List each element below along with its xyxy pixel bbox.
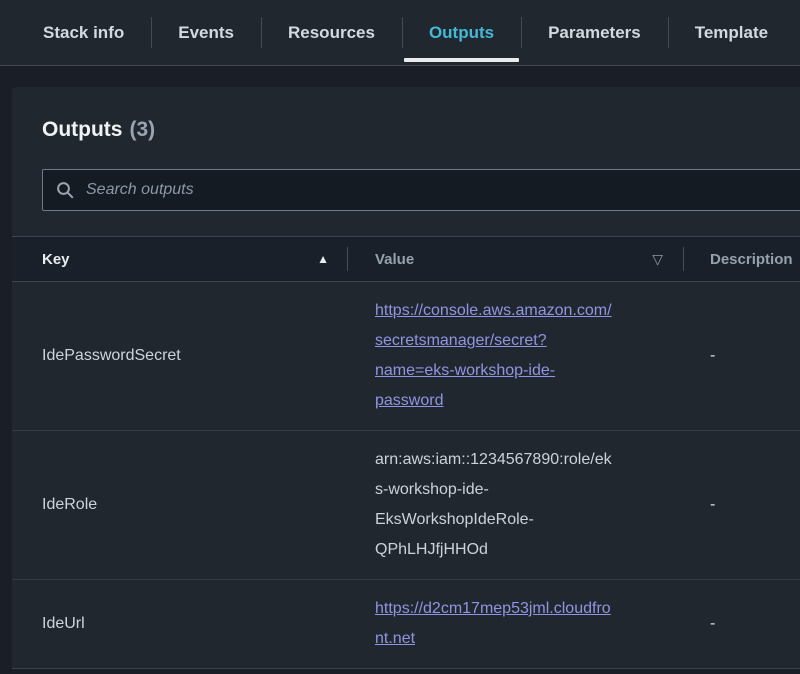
output-value-cell: https://console.aws.amazon.com/secretsma… [347, 282, 683, 430]
column-header-description[interactable]: Description [683, 237, 800, 281]
tab-parameters[interactable]: Parameters [521, 0, 668, 65]
output-key-cell: IdePasswordSecret [12, 347, 347, 365]
panel-title-text: Outputs [42, 118, 122, 141]
output-description-cell: - [683, 496, 800, 514]
output-key-cell: IdeUrl [12, 615, 347, 633]
column-label-value: Value [375, 251, 414, 268]
table-row: IdePasswordSecret https://console.aws.am… [12, 282, 800, 431]
tab-outputs[interactable]: Outputs [402, 0, 521, 65]
output-key-cell: IdeRole [12, 496, 347, 514]
output-description-cell: - [683, 347, 800, 365]
page-title: Outputs (3) [42, 117, 800, 143]
column-label-key: Key [42, 251, 70, 268]
search-icon [56, 181, 74, 199]
outputs-panel: Outputs (3) Key ▲ Value ▽ Description Ide… [12, 87, 800, 669]
column-header-key[interactable]: Key ▲ [12, 237, 347, 281]
output-value-cell: https://d2cm17mep53jml.cloudfront.net [347, 580, 683, 668]
table-header: Key ▲ Value ▽ Description [12, 236, 800, 282]
output-description-cell: - [683, 615, 800, 633]
column-label-description: Description [710, 251, 793, 268]
table-row: IdeUrl https://d2cm17mep53jml.cloudfront… [12, 580, 800, 668]
tab-resources[interactable]: Resources [261, 0, 402, 65]
sort-ascending-icon: ▲ [317, 252, 329, 266]
tab-events[interactable]: Events [151, 0, 261, 65]
sort-indicator-icon: ▽ [652, 251, 663, 268]
outputs-count-badge: (3) [129, 118, 155, 141]
panel-header: Outputs (3) [12, 87, 800, 211]
column-header-value[interactable]: Value ▽ [347, 237, 683, 281]
search-box[interactable] [42, 169, 800, 211]
tab-template[interactable]: Template [668, 0, 795, 65]
table-row: IdeRole arn:aws:iam::1234567890:role/eks… [12, 431, 800, 580]
tab-stack-info[interactable]: Stack info [16, 0, 151, 65]
search-input[interactable] [84, 180, 800, 200]
output-value-text: arn:aws:iam::1234567890:role/eks-worksho… [375, 451, 612, 558]
stack-tab-bar: Stack info Events Resources Outputs Para… [0, 0, 800, 66]
output-value-link[interactable]: https://d2cm17mep53jml.cloudfront.net [375, 600, 611, 647]
output-value-cell: arn:aws:iam::1234567890:role/eks-worksho… [347, 431, 683, 579]
output-value-link[interactable]: https://console.aws.amazon.com/secretsma… [375, 302, 612, 409]
